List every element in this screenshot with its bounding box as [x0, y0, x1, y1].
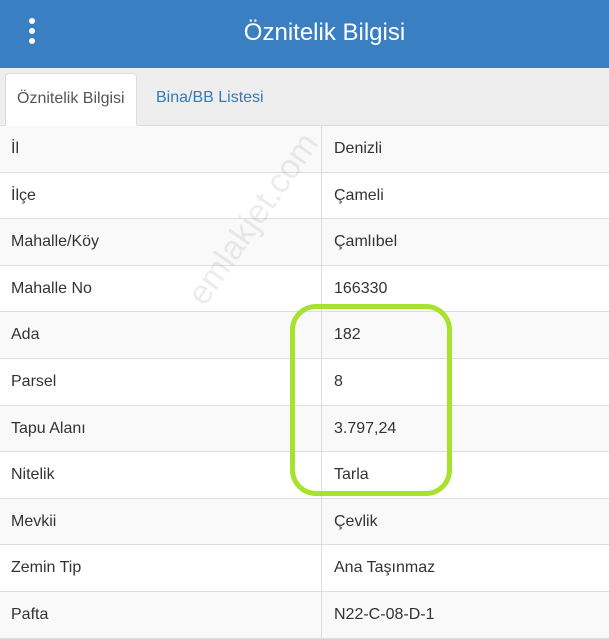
row-label: İl [11, 140, 19, 157]
page-title: Öznitelik Bilgisi [243, 19, 406, 46]
column-divider [321, 265, 322, 312]
table-row: İlçe Çameli [0, 172, 609, 220]
column-divider [321, 358, 322, 405]
table-row: Pafta N22-C-08-D-1 [0, 591, 609, 639]
row-value: 8 [334, 372, 343, 390]
attribute-table: İl Denizli İlçe Çameli Mahalle/Köy Çamlı… [0, 126, 609, 639]
table-row: Mahalle No 166330 [0, 265, 609, 313]
row-label: Mevkii [11, 512, 57, 530]
row-label: İlçe [11, 186, 36, 204]
column-divider [321, 498, 322, 545]
row-label: Nitelik [11, 466, 55, 484]
row-value: Çameli [334, 186, 384, 204]
column-divider [321, 172, 322, 219]
row-value: Çevlik [334, 512, 378, 530]
tab-bar: Öznitelik Bilgisi Bina/BB Listesi [0, 68, 609, 126]
column-divider [321, 126, 322, 172]
column-divider [321, 219, 322, 265]
row-label: Ada [11, 326, 40, 344]
tab-bina-bb-listesi[interactable]: Bina/BB Listesi [145, 73, 275, 126]
app-header: Öznitelik Bilgisi [0, 0, 609, 68]
row-value: Denizli [334, 140, 383, 157]
table-row: Tapu Alanı 3.797,24 [0, 405, 609, 453]
row-label: Tapu Alanı [11, 419, 86, 437]
row-label: Zemin Tip [11, 559, 82, 577]
row-label: Parsel [11, 372, 57, 390]
table-row: İl Denizli [0, 126, 609, 173]
column-divider [321, 545, 322, 591]
row-label: Pafta [11, 605, 49, 623]
row-value: Çamlıbel [334, 233, 398, 251]
column-divider [321, 405, 322, 452]
row-value: 182 [334, 326, 361, 344]
table-row: Parsel 8 [0, 358, 609, 406]
column-divider [321, 452, 322, 498]
table-row: Mevkii Çevlik [0, 498, 609, 546]
column-divider [321, 591, 322, 638]
row-value: 3.797,24 [334, 419, 397, 437]
table-row: Nitelik Tarla [0, 452, 609, 499]
column-divider [321, 312, 322, 358]
table-row: Mahalle/Köy Çamlıbel [0, 219, 609, 266]
row-label: Mahalle/Köy [11, 233, 100, 251]
row-label: Mahalle No [11, 279, 92, 297]
tab-oznitelik-bilgisi[interactable]: Öznitelik Bilgisi [5, 73, 137, 126]
row-value: Tarla [334, 466, 369, 484]
row-value: N22-C-08-D-1 [334, 605, 435, 623]
row-value: 166330 [334, 279, 388, 297]
row-value: Ana Taşınmaz [334, 559, 436, 577]
table-row: Ada 182 [0, 312, 609, 359]
table-row: Zemin Tip Ana Taşınmaz [0, 545, 609, 592]
